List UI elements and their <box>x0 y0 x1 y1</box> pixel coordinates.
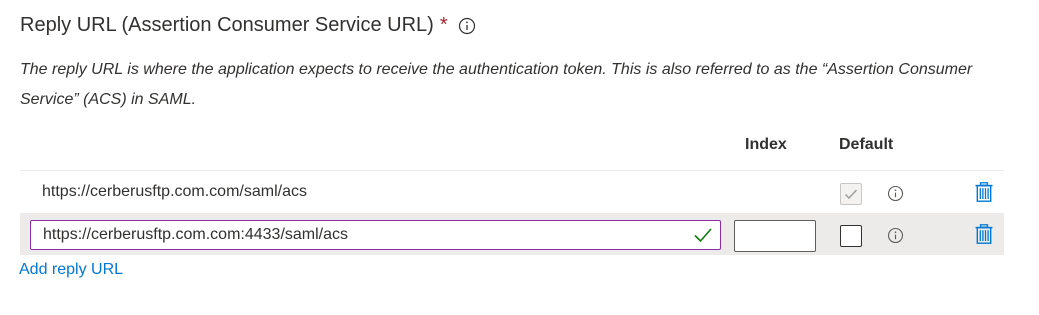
section-title: Reply URL (Assertion Consumer Service UR… <box>20 14 434 36</box>
default-checkbox[interactable] <box>840 225 862 247</box>
section-header: Reply URL (Assertion Consumer Service UR… <box>20 14 476 37</box>
trash-icon[interactable] <box>975 182 993 202</box>
required-marker: * <box>439 14 448 36</box>
info-icon[interactable] <box>887 227 904 244</box>
trash-icon[interactable] <box>975 224 993 244</box>
checkmark-icon <box>694 228 712 243</box>
checkmark-icon <box>844 189 858 200</box>
info-icon[interactable] <box>887 185 904 202</box>
reply-url-row: https://cerberusftp.com.com/saml/acs <box>20 170 1004 213</box>
section-description: The reply URL is where the application e… <box>20 61 973 108</box>
column-header-default: Default <box>839 136 894 153</box>
index-input[interactable] <box>734 220 816 252</box>
reply-url-field-wrapper <box>30 220 721 250</box>
info-icon[interactable] <box>458 17 476 35</box>
reply-url-input[interactable] <box>31 221 693 249</box>
add-reply-url-link[interactable]: Add reply URL <box>19 261 123 279</box>
reply-url-row-selected <box>20 213 1004 255</box>
default-checkbox-checked-disabled <box>840 183 862 205</box>
reply-url-text: https://cerberusftp.com.com/saml/acs <box>42 183 307 200</box>
column-header-index: Index <box>745 136 787 153</box>
